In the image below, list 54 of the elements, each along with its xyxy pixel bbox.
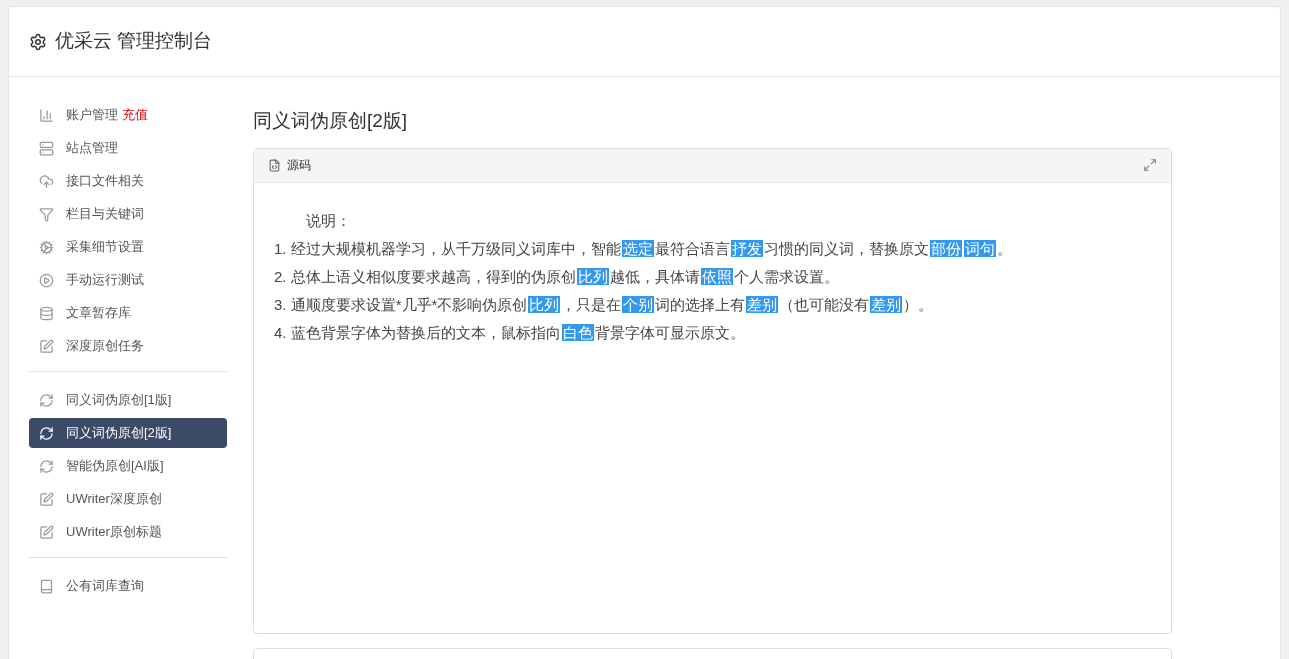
bar-chart-icon	[39, 107, 54, 123]
description-line: 3. 通顺度要求设置*几乎*不影响伪原创 比列，只是在个别词的选择上有差别（也可能没有差别）。	[274, 294, 934, 315]
description-line: 2. 总体上语义相似度要求越高，得到的伪原创 比列越低，具体请依照个人需求设置。	[274, 266, 839, 287]
book-icon	[39, 578, 54, 594]
sidebar-item[interactable]: 账户管理 充值	[29, 100, 227, 130]
sidebar-label: 接口文件相关	[66, 172, 144, 191]
gears-icon	[39, 239, 54, 255]
sidebar-item[interactable]: UWriter深度原创	[29, 484, 227, 514]
sidebar-item[interactable]: 深度原创任务	[29, 331, 227, 361]
sidebar-item[interactable]: 站点管理	[29, 133, 227, 163]
sidebar-label: 站点管理	[66, 139, 118, 158]
sidebar-item[interactable]: UWriter原创标题	[29, 517, 227, 547]
database-icon	[39, 305, 54, 321]
sidebar-label: UWriter深度原创	[66, 490, 162, 509]
sidebar-item[interactable]: 公有词库查询	[29, 571, 227, 601]
filter-icon	[39, 206, 54, 222]
settings-icon	[29, 32, 47, 51]
sidebar-label: 同义词伪原创[2版]	[66, 424, 172, 443]
description-line: 1. 经过大规模机器学习，从千万级同义词库中，智能选定最符合语言抒发习惯的同义词，替换原文部份 词句。	[274, 238, 1012, 259]
fullscreen-icon[interactable]	[1143, 158, 1157, 172]
edit-icon	[39, 524, 54, 540]
app-title: 优采云 管理控制台	[55, 29, 213, 54]
refresh-icon	[39, 425, 54, 441]
sidebar-item[interactable]: 手动运行测试	[29, 265, 227, 295]
refresh-icon	[39, 458, 54, 474]
sidebar-item[interactable]: 同义词伪原创[2版]	[29, 418, 227, 448]
sidebar-item[interactable]: 同义词伪原创[1版]	[29, 385, 227, 415]
edit-icon	[39, 491, 54, 507]
sidebar-label: 公有词库查询	[66, 577, 144, 596]
panel-title: 源码	[287, 157, 311, 174]
sidebar-item[interactable]: 接口文件相关	[29, 166, 227, 196]
recharge-link[interactable]: 充值	[122, 105, 148, 125]
sidebar-label: 深度原创任务	[66, 337, 144, 356]
sidebar-item[interactable]: 栏目与关键词	[29, 199, 227, 229]
sidebar-label: 智能伪原创[AI版]	[66, 457, 164, 476]
edit-icon	[39, 338, 54, 354]
description-line: 4. 蓝色背景字体为替换后的文本，鼠标指向 白色背景字体可显示原文。	[274, 322, 745, 343]
sidebar-label: 栏目与关键词	[66, 205, 144, 224]
play-icon	[39, 272, 54, 288]
sidebar-label: 账户管理	[66, 106, 118, 125]
code-file-icon	[268, 158, 281, 172]
sidebar-label: 同义词伪原创[1版]	[66, 391, 172, 410]
sidebar-label: 采集细节设置	[66, 238, 144, 257]
sidebar-label: UWriter原创标题	[66, 523, 162, 542]
cloud-upload-icon	[39, 173, 54, 189]
server-icon	[39, 140, 54, 156]
sidebar-label: 手动运行测试	[66, 271, 144, 290]
refresh-icon	[39, 392, 54, 408]
description-heading: 说明：	[305, 210, 351, 231]
sidebar-item[interactable]: 采集细节设置	[29, 232, 227, 262]
sidebar-item[interactable]: 文章暂存库	[29, 298, 227, 328]
sidebar-label: 文章暂存库	[66, 304, 131, 323]
page-heading: 同义词伪原创[2版]	[253, 109, 409, 133]
sidebar-item[interactable]: 智能伪原创[AI版]	[29, 451, 227, 481]
